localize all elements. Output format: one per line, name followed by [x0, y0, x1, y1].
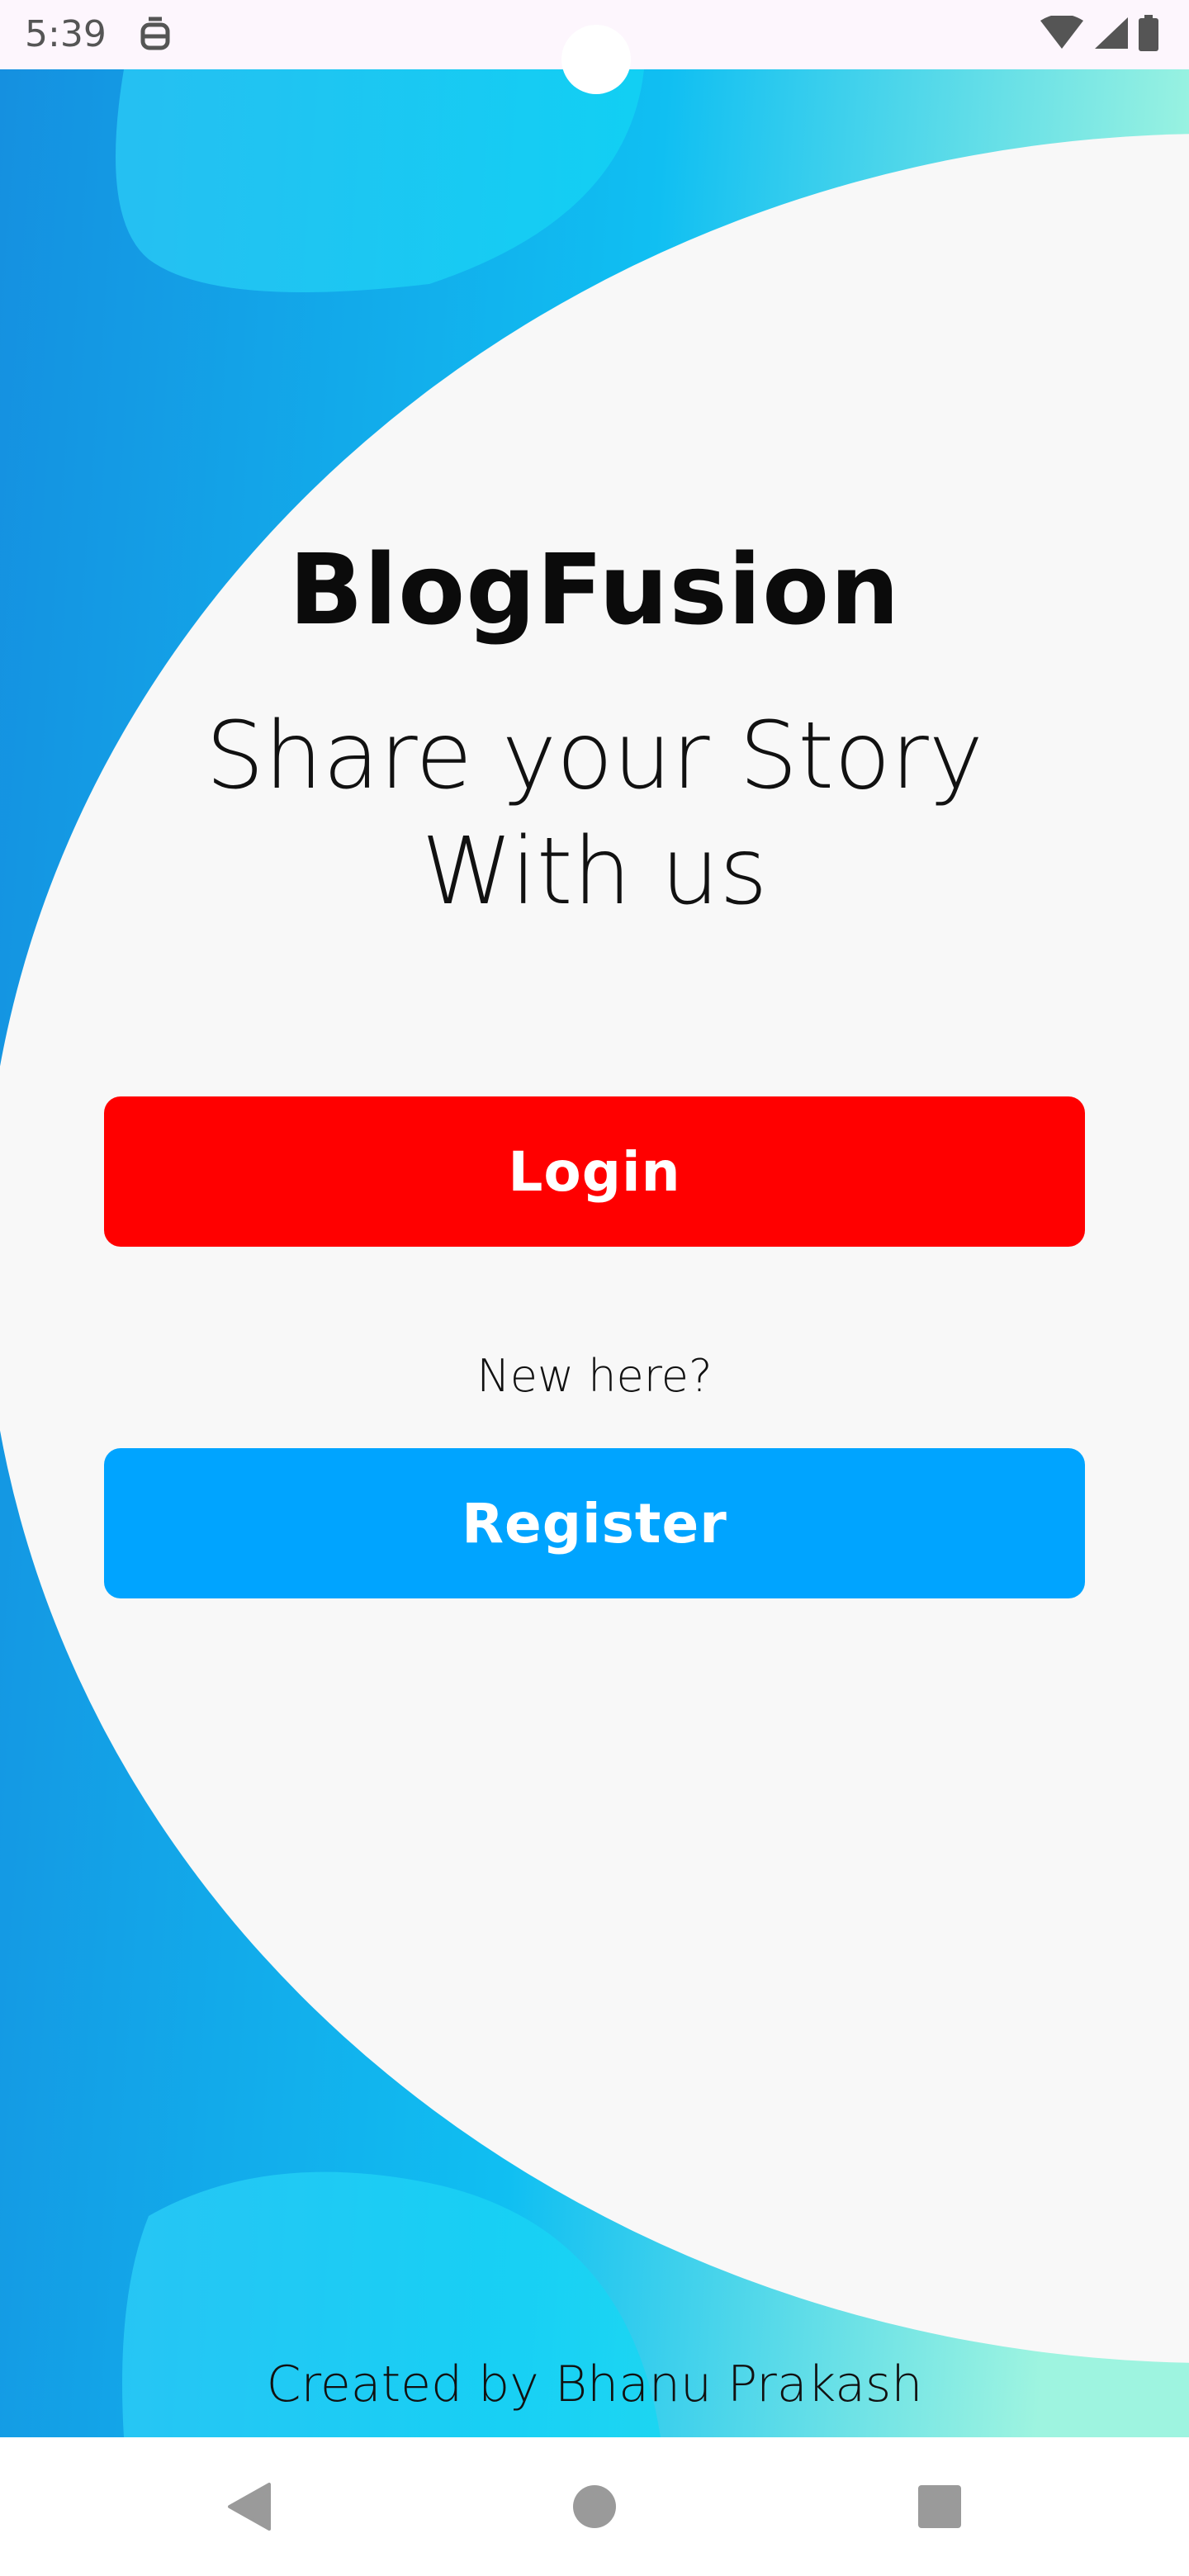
welcome-screen: BlogFusion Share your Story With us Logi… — [0, 69, 1189, 2437]
status-icons — [1039, 14, 1159, 54]
credit-text: Created by Bhanu Prakash — [266, 2356, 923, 2413]
new-here-prompt: New here? — [476, 1350, 713, 1402]
status-time: 5:39 — [25, 13, 107, 55]
recents-icon[interactable] — [874, 2437, 1006, 2576]
camera-cutout — [561, 25, 631, 94]
tagline-line-2: With us — [421, 818, 768, 926]
app-title: BlogFusion — [288, 533, 901, 646]
tagline-line-1: Share your Story — [205, 703, 984, 810]
wifi-icon — [1039, 14, 1085, 54]
cell-signal-icon — [1093, 16, 1130, 54]
robot-face-icon — [139, 17, 172, 53]
register-button[interactable]: Register — [104, 1448, 1085, 1598]
back-icon[interactable] — [183, 2437, 315, 2576]
login-button[interactable]: Login — [104, 1096, 1085, 1247]
navigation-bar — [0, 2437, 1189, 2576]
tagline: Share your Story With us — [116, 698, 1073, 930]
home-icon[interactable] — [528, 2437, 661, 2576]
battery-icon — [1138, 15, 1159, 54]
